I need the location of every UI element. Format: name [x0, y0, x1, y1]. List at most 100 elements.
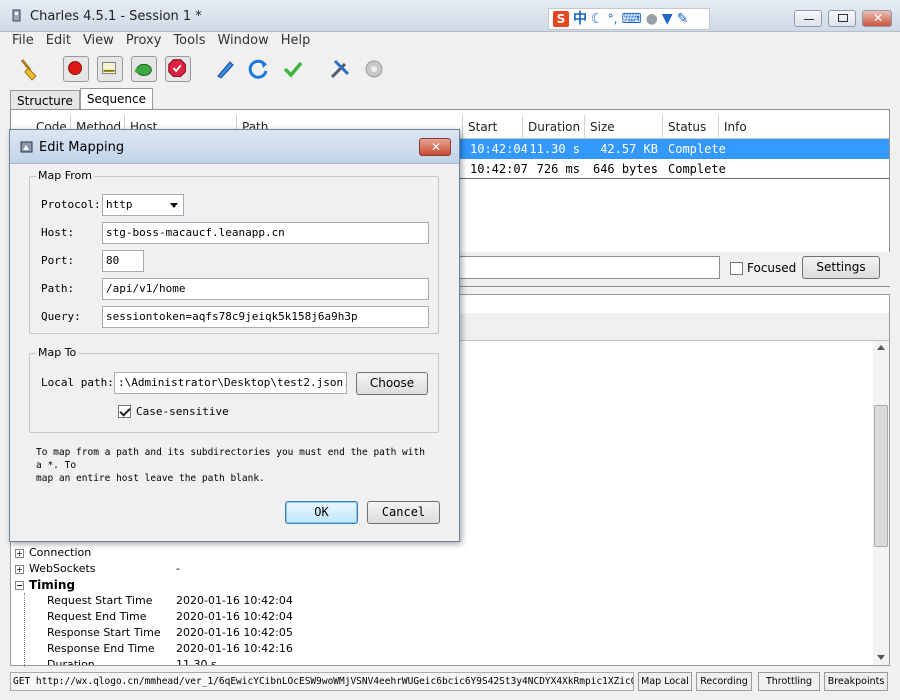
- tree-value: 2020-01-16 10:42:16: [176, 642, 293, 655]
- cell-status: Complete: [668, 162, 726, 176]
- moon-icon[interactable]: ☾: [591, 10, 604, 28]
- protocol-value: http: [106, 198, 133, 211]
- menu-bar: File Edit View Proxy Tools Window Help: [0, 32, 900, 52]
- case-sensitive-checkbox[interactable]: [118, 405, 131, 418]
- tree-row-connection[interactable]: + Connection: [15, 545, 91, 561]
- dialog-close-button[interactable]: ✕: [419, 138, 451, 156]
- breakpoints-status-button[interactable]: Breakpoints: [824, 672, 888, 691]
- validate-check-icon[interactable]: [280, 56, 306, 82]
- local-path-input[interactable]: :\Administrator\Desktop\test2.json.txt: [114, 372, 347, 394]
- record-button[interactable]: [63, 56, 89, 82]
- wrench-icon[interactable]: ✎: [677, 10, 689, 28]
- tree-row-duration[interactable]: Duration 11.30 s: [15, 657, 315, 665]
- tree-label: WebSockets: [29, 562, 96, 575]
- ime-toolbar: S 中 ☾ °, ⌨ ● ▼ ✎: [548, 8, 710, 30]
- menu-view[interactable]: View: [77, 32, 120, 52]
- tree-label: Request Start Time: [47, 594, 153, 607]
- minimize-button[interactable]: [794, 10, 822, 27]
- turtle-button[interactable]: [131, 56, 157, 82]
- menu-help[interactable]: Help: [275, 32, 317, 52]
- ok-button[interactable]: OK: [285, 501, 358, 524]
- query-input[interactable]: sessiontoken=aqfs78c9jeiqk5k158j6a9h3p: [102, 306, 429, 328]
- cell-duration: 11.30 s: [529, 142, 580, 156]
- port-input[interactable]: 80: [102, 250, 144, 272]
- zhong-char-icon[interactable]: 中: [573, 10, 587, 28]
- close-icon: ✕: [431, 140, 442, 154]
- tree-label: Request End Time: [47, 610, 147, 623]
- breakpoints-button[interactable]: [165, 56, 191, 82]
- scroll-up-icon[interactable]: [877, 345, 885, 350]
- refresh-icon[interactable]: [246, 56, 272, 82]
- shirt-icon[interactable]: ▼: [662, 10, 673, 28]
- tree-row-request-start[interactable]: Request Start Time 2020-01-16 10:42:04: [15, 593, 315, 609]
- tab-sequence[interactable]: Sequence: [79, 88, 154, 111]
- compose-pen-icon[interactable]: [212, 56, 238, 82]
- tree-row-response-end[interactable]: Response End Time 2020-01-16 10:42:16: [15, 641, 315, 657]
- punctuation-icon[interactable]: °,: [608, 10, 618, 28]
- tree-row-response-start[interactable]: Response Start Time 2020-01-16 10:42:05: [15, 625, 315, 641]
- tab-structure[interactable]: Structure: [10, 90, 80, 111]
- throttle-icon: [102, 62, 116, 75]
- tree-row-websockets[interactable]: + WebSockets -: [15, 561, 215, 577]
- tree-row-request-end[interactable]: Request End Time 2020-01-16 10:42:04: [15, 609, 315, 625]
- keyboard-icon[interactable]: ⌨: [621, 10, 641, 28]
- tree-label: Timing: [29, 578, 76, 592]
- choose-button[interactable]: Choose: [356, 372, 428, 395]
- menu-tools[interactable]: Tools: [167, 32, 211, 52]
- focused-checkbox[interactable]: [730, 261, 743, 275]
- expand-plus-icon[interactable]: +: [15, 548, 24, 558]
- column-duration[interactable]: Duration: [523, 115, 585, 139]
- query-label: Query:: [41, 310, 81, 323]
- tools-icon[interactable]: [327, 56, 353, 82]
- port-label: Port:: [41, 254, 75, 267]
- cell-status: Complete: [668, 142, 726, 156]
- cancel-button[interactable]: Cancel: [367, 501, 440, 524]
- turtle-icon: [134, 63, 152, 76]
- view-tabs: Structure Sequence: [10, 88, 154, 111]
- settings-button[interactable]: Settings: [802, 256, 880, 279]
- tree-value: 2020-01-16 10:42:04: [176, 610, 293, 623]
- throttling-status-button[interactable]: Throttling: [758, 672, 820, 691]
- column-size[interactable]: Size: [585, 115, 663, 139]
- scroll-down-icon[interactable]: [877, 655, 885, 660]
- expand-plus-icon[interactable]: +: [15, 564, 24, 574]
- maximize-button[interactable]: [828, 10, 856, 27]
- dialog-title: Edit Mapping: [39, 140, 125, 155]
- sogou-icon[interactable]: S: [553, 11, 569, 27]
- scroll-thumb[interactable]: [874, 405, 888, 547]
- throttle-button[interactable]: [97, 56, 123, 82]
- menu-window[interactable]: Window: [211, 32, 274, 52]
- broom-icon[interactable]: [16, 56, 42, 82]
- case-sensitive-toggle[interactable]: Case-sensitive: [118, 405, 229, 418]
- path-label: Path:: [41, 282, 75, 295]
- recording-status-button[interactable]: Recording: [696, 672, 752, 691]
- menu-file[interactable]: File: [6, 32, 40, 52]
- tree-value: -: [176, 562, 180, 575]
- user-icon[interactable]: ●: [646, 10, 658, 28]
- protocol-label: Protocol:: [41, 198, 101, 211]
- column-start[interactable]: Start: [463, 115, 523, 139]
- charles-app-icon: [20, 141, 33, 153]
- map-local-status-button[interactable]: Map Local: [638, 672, 692, 691]
- close-window-button[interactable]: ✕: [862, 10, 892, 27]
- tree-value: 2020-01-16 10:42:05: [176, 626, 293, 639]
- menu-edit[interactable]: Edit: [40, 32, 77, 52]
- tree-label: Response End Time: [47, 642, 155, 655]
- filter-input[interactable]: [455, 256, 720, 279]
- protocol-select[interactable]: http: [102, 194, 184, 216]
- focused-toggle[interactable]: Focused: [730, 261, 796, 275]
- host-input[interactable]: stg-boss-macaucf.leanapp.cn: [102, 222, 429, 244]
- tree-row-timing[interactable]: − Timing: [15, 577, 75, 593]
- case-sensitive-label: Case-sensitive: [136, 405, 229, 418]
- status-text: GET http://wx.qlogo.cn/mmhead/ver_1/6qEw…: [10, 672, 634, 691]
- collapse-minus-icon[interactable]: −: [15, 581, 24, 590]
- cell-size: 42.57 KB: [600, 142, 658, 156]
- column-info[interactable]: Info: [719, 115, 889, 139]
- focused-label: Focused: [747, 261, 797, 275]
- detail-scrollbar[interactable]: [873, 341, 889, 665]
- path-input[interactable]: /api/v1/home: [102, 278, 429, 300]
- hint-line: To map from a path and its subdirectorie…: [36, 447, 425, 471]
- column-status[interactable]: Status: [663, 115, 719, 139]
- menu-proxy[interactable]: Proxy: [120, 32, 168, 52]
- settings-gear-icon[interactable]: [361, 56, 387, 82]
